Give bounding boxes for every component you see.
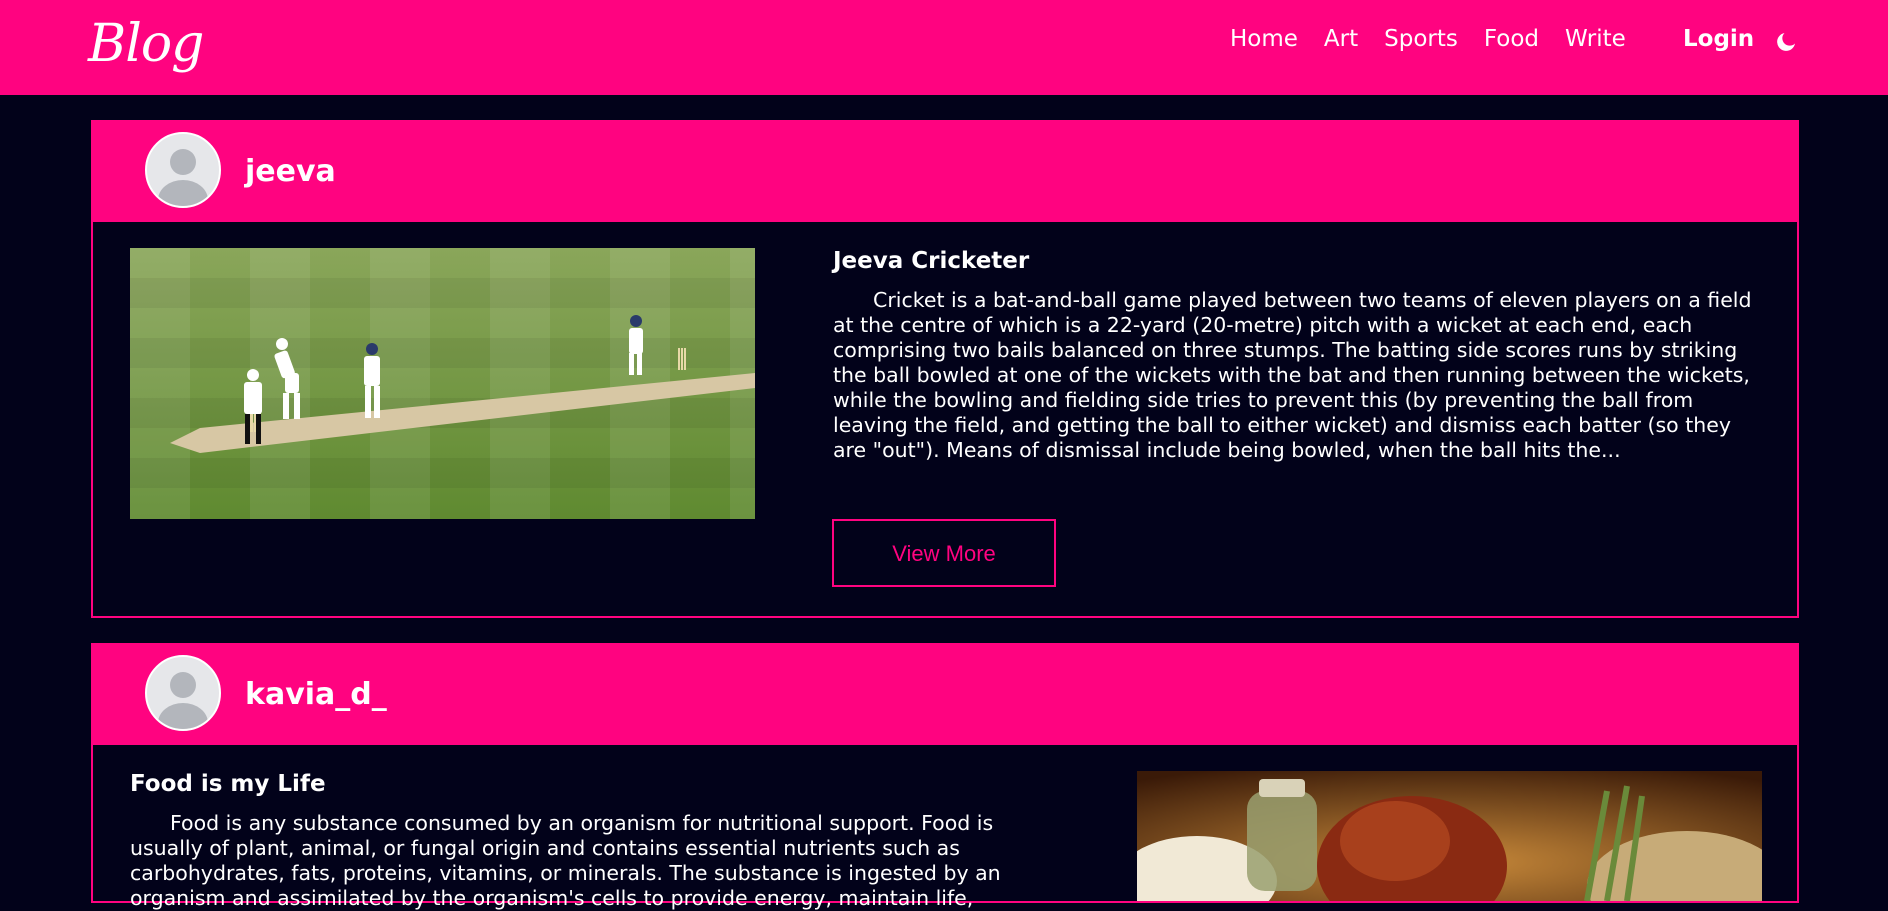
user-avatar-icon [145,132,221,208]
post-card: kavia_d_ Food is my Life Food is any sub… [91,643,1799,910]
nav-links: Home Art Sports Food Write [1230,26,1626,52]
brand-logo[interactable]: Blog [88,14,204,74]
post-description: Cricket is a bat-and-ball game played be… [833,288,1752,462]
post-header: kavia_d_ [93,645,1797,745]
navbar: Blog Home Art Sports Food Write Login [0,0,1888,95]
view-more-button[interactable]: View More [832,519,1056,587]
post-username[interactable]: jeeva [245,154,336,189]
nav-link-art[interactable]: Art [1324,26,1358,52]
post-card: jeeva Jeeva Cricketer Cricket is a bat-a… [91,120,1799,618]
nav-link-sports[interactable]: Sports [1384,26,1458,52]
cricket-image [130,248,755,519]
post-title[interactable]: Jeeva Cricketer [833,248,1029,274]
nav-link-write[interactable]: Write [1565,26,1626,52]
login-link[interactable]: Login [1683,26,1754,52]
post-title[interactable]: Food is my Life [130,771,326,797]
food-image [1137,771,1762,901]
nav-link-home[interactable]: Home [1230,26,1298,52]
user-avatar-icon [145,655,221,731]
post-username[interactable]: kavia_d_ [245,677,387,712]
post-description: Food is any substance consumed by an org… [130,811,1001,910]
moon-icon[interactable] [1774,30,1798,54]
post-header: jeeva [93,122,1797,222]
nav-link-food[interactable]: Food [1484,26,1539,52]
